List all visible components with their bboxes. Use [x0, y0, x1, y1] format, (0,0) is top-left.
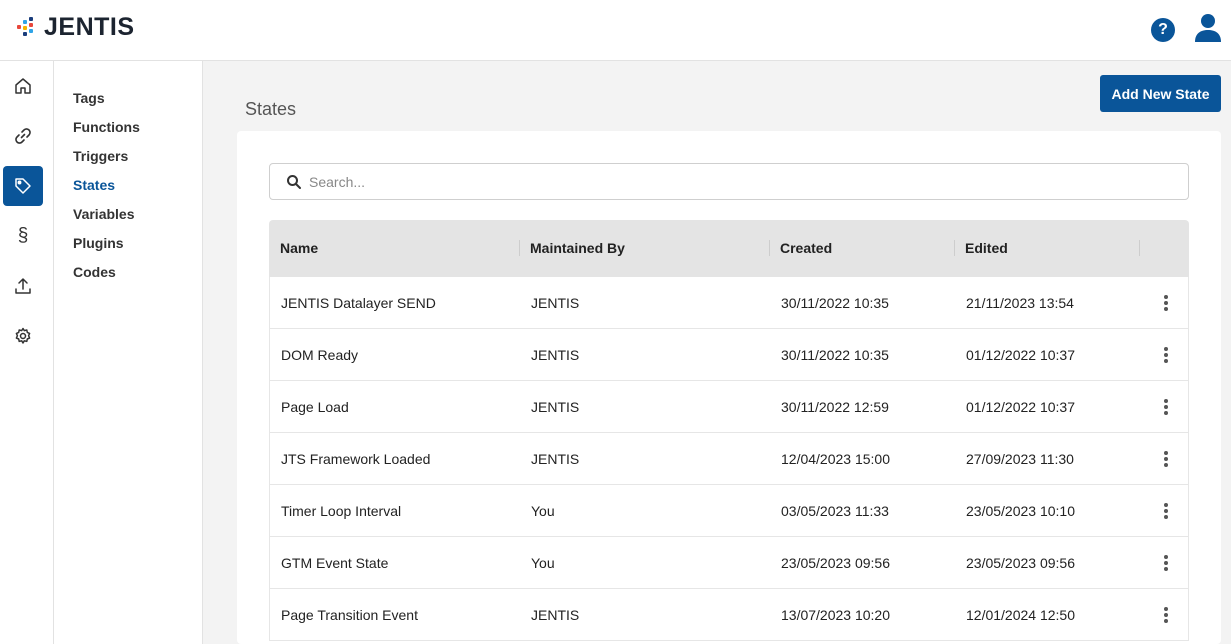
states-card: Name Maintained By Created Edited JENTIS… [237, 131, 1221, 644]
subnav-item-codes[interactable]: Codes [73, 262, 116, 282]
help-icon: ? [1158, 21, 1168, 38]
rail-item-settings[interactable] [3, 316, 43, 356]
cell-edited: 23/05/2023 10:10 [966, 503, 1075, 519]
row-menu-icon[interactable] [1164, 451, 1168, 467]
secondary-nav: Tags Functions Triggers States Variables… [54, 61, 203, 644]
cell-created: 03/05/2023 11:33 [781, 503, 889, 519]
cell-maintained-by: JENTIS [531, 295, 580, 311]
table-row[interactable]: Page Load JENTIS 30/11/2022 12:59 01/12/… [269, 381, 1189, 433]
column-header-name[interactable]: Name [269, 220, 519, 277]
cell-edited: 12/01/2024 12:50 [966, 607, 1075, 623]
user-profile-button[interactable] [1194, 13, 1222, 43]
column-header-created[interactable]: Created [769, 220, 954, 277]
rail-item-tags[interactable] [3, 166, 43, 206]
cell-name: DOM Ready [281, 347, 359, 363]
column-header-edited[interactable]: Edited [954, 220, 1139, 277]
cell-edited: 27/09/2023 11:30 [966, 451, 1074, 467]
cell-maintained-by: JENTIS [531, 347, 580, 363]
cell-name: JENTIS Datalayer SEND [281, 295, 436, 311]
subnav-item-triggers[interactable]: Triggers [73, 146, 128, 166]
user-icon [1195, 14, 1221, 42]
row-menu-icon[interactable] [1164, 347, 1168, 363]
subnav-item-tags[interactable]: Tags [73, 88, 105, 108]
cell-created: 23/05/2023 09:56 [781, 555, 890, 571]
add-new-state-button[interactable]: Add New State [1100, 75, 1221, 112]
cell-name: Page Transition Event [281, 607, 418, 623]
table-row[interactable]: DOM Ready JENTIS 30/11/2022 10:35 01/12/… [269, 329, 1189, 381]
cell-maintained-by: JENTIS [531, 607, 580, 623]
cell-maintained-by: JENTIS [531, 451, 580, 467]
cell-created: 30/11/2022 10:35 [781, 347, 889, 363]
table-row[interactable]: Timer Loop Interval You 03/05/2023 11:33… [269, 485, 1189, 537]
column-divider [1139, 240, 1140, 256]
search-input[interactable] [309, 173, 1169, 190]
subnav-item-states[interactable]: States [73, 175, 115, 195]
row-menu-icon[interactable] [1164, 555, 1168, 571]
row-menu-icon[interactable] [1164, 607, 1168, 623]
upload-icon [15, 278, 31, 294]
cell-name: Page Load [281, 399, 349, 415]
cell-created: 13/07/2023 10:20 [781, 607, 890, 623]
cell-edited: 21/11/2023 13:54 [966, 295, 1074, 311]
top-bar: JENTIS ? [0, 0, 1231, 61]
subnav-item-variables[interactable]: Variables [73, 204, 135, 224]
table-row[interactable]: GTM Event State You 23/05/2023 09:56 23/… [269, 537, 1189, 589]
rail-item-upload[interactable] [3, 266, 43, 306]
help-button[interactable]: ? [1151, 18, 1175, 42]
link-icon [15, 128, 31, 144]
icon-rail: § [0, 61, 54, 644]
page-title: States [245, 99, 297, 119]
table-header: Name Maintained By Created Edited [269, 220, 1189, 277]
cell-edited: 01/12/2022 10:37 [966, 347, 1075, 363]
search-box[interactable] [269, 163, 1189, 200]
cell-created: 30/11/2022 10:35 [781, 295, 889, 311]
column-header-maintained-by[interactable]: Maintained By [519, 220, 769, 277]
cell-name: GTM Event State [281, 555, 389, 571]
rail-item-links[interactable] [3, 116, 43, 156]
rail-item-home[interactable] [3, 66, 43, 106]
tag-icon [15, 178, 31, 194]
jentis-logo[interactable]: JENTIS [17, 14, 135, 40]
home-icon [15, 78, 31, 94]
logo-mark-icon [17, 17, 39, 37]
section-icon: § [17, 225, 29, 246]
subnav-item-plugins[interactable]: Plugins [73, 233, 124, 253]
cell-edited: 23/05/2023 09:56 [966, 555, 1075, 571]
cell-maintained-by: JENTIS [531, 399, 580, 415]
cell-edited: 01/12/2022 10:37 [966, 399, 1075, 415]
table-row[interactable]: JENTIS Datalayer SEND JENTIS 30/11/2022 … [269, 277, 1189, 329]
subnav-item-functions[interactable]: Functions [73, 117, 140, 137]
row-menu-icon[interactable] [1164, 503, 1168, 519]
row-menu-icon[interactable] [1164, 295, 1168, 311]
rail-item-section[interactable]: § [3, 216, 43, 256]
row-menu-icon[interactable] [1164, 399, 1168, 415]
table-row[interactable]: Page Transition Event JENTIS 13/07/2023 … [269, 589, 1189, 641]
gear-icon [15, 327, 31, 344]
cell-created: 30/11/2022 12:59 [781, 399, 889, 415]
cell-maintained-by: You [531, 555, 555, 571]
cell-maintained-by: You [531, 503, 555, 519]
cell-created: 12/04/2023 15:00 [781, 451, 890, 467]
search-icon [287, 174, 301, 189]
table-row[interactable]: JTS Framework Loaded JENTIS 12/04/2023 1… [269, 433, 1189, 485]
states-table: Name Maintained By Created Edited JENTIS… [269, 220, 1189, 641]
cell-name: JTS Framework Loaded [281, 451, 431, 467]
cell-name: Timer Loop Interval [281, 503, 402, 519]
logo-text: JENTIS [44, 13, 135, 41]
